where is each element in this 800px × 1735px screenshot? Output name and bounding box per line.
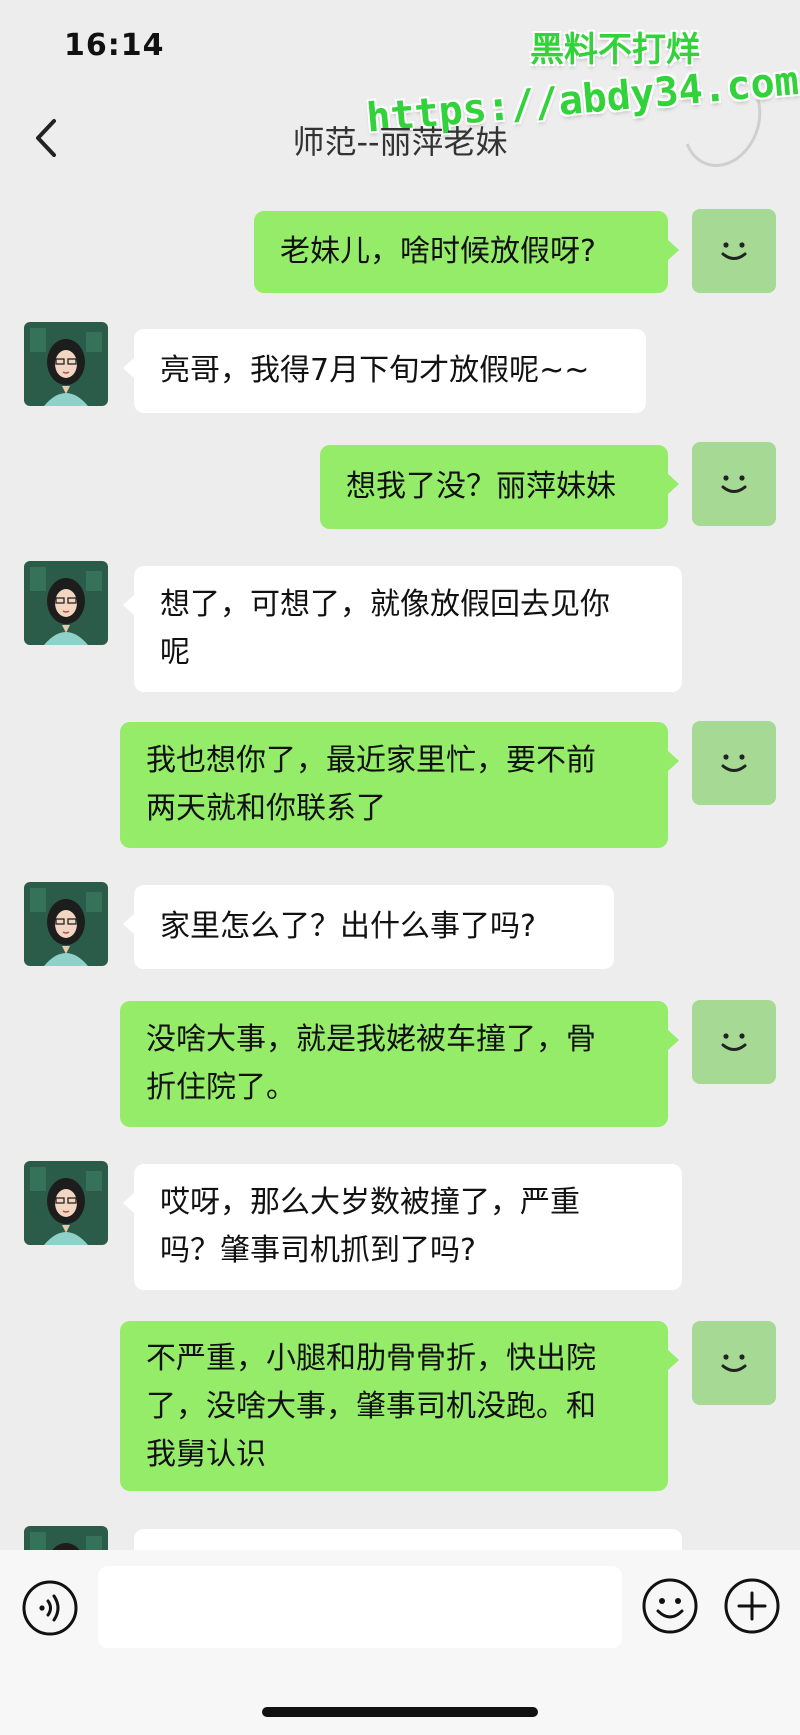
message-text-line: 吗？肇事司机抓到了吗? bbox=[160, 1233, 476, 1268]
message-input[interactable] bbox=[98, 1566, 622, 1648]
self-avatar[interactable] bbox=[692, 442, 776, 526]
message-text: 想我了没？丽萍妹妹 bbox=[346, 469, 616, 504]
teacher-avatar-icon bbox=[24, 561, 108, 645]
smiley-avatar-icon bbox=[721, 1033, 747, 1051]
message-bubble-outgoing[interactable]: 老妹儿，啥时候放假呀? bbox=[254, 211, 679, 293]
message-bubble-outgoing[interactable]: 想我了没？丽萍妹妹 bbox=[320, 445, 679, 529]
emoji-icon bbox=[642, 1578, 698, 1634]
message-bubble-incoming[interactable]: 想了，可想了，就像放假回去见你 呢 bbox=[123, 566, 682, 692]
message-text-line: 我舅认识 bbox=[146, 1437, 266, 1472]
watermark-title: 黑料不打烊 bbox=[530, 30, 700, 70]
self-avatar[interactable] bbox=[692, 721, 776, 805]
message-text: 家里怎么了？出什么事了吗? bbox=[160, 909, 536, 944]
message-bubble-incoming[interactable]: 哎呀，那么大岁数被撞了，严重 吗？肇事司机抓到了吗? bbox=[123, 1164, 682, 1290]
message-bubble-outgoing[interactable]: 没啥大事，就是我姥被车撞了，骨 折住院了。 bbox=[120, 1001, 679, 1127]
contact-avatar[interactable] bbox=[24, 1161, 108, 1245]
message-bubble-outgoing[interactable]: 不严重，小腿和肋骨骨折，快出院 了，没啥大事，肇事司机没跑。和 我舅认识 bbox=[120, 1321, 679, 1491]
teacher-avatar-icon bbox=[24, 1526, 108, 1550]
status-time: 16:14 bbox=[64, 28, 165, 63]
message-text-line: 了，没啥大事，肇事司机没跑。和 bbox=[146, 1389, 596, 1424]
smiley-avatar-icon bbox=[721, 242, 747, 260]
plus-icon bbox=[724, 1578, 780, 1634]
emoji-button[interactable] bbox=[640, 1576, 700, 1636]
more-button[interactable] bbox=[722, 1576, 782, 1636]
message-text-line: 折住院了。 bbox=[146, 1070, 296, 1105]
message-text-line: 呢 bbox=[160, 635, 190, 670]
contact-avatar[interactable] bbox=[24, 322, 108, 406]
smiley-avatar-icon bbox=[721, 1354, 747, 1372]
contact-avatar[interactable] bbox=[24, 561, 108, 645]
message-text: 亮哥，我得7月下旬才放假呢~~ bbox=[160, 353, 590, 388]
teacher-avatar-icon bbox=[24, 1161, 108, 1245]
contact-avatar[interactable] bbox=[24, 882, 108, 966]
message-text-line: 不严重，小腿和肋骨骨折，快出院 bbox=[146, 1341, 596, 1376]
message-text: 老妹儿，啥时候放假呀? bbox=[280, 234, 596, 269]
voice-button[interactable] bbox=[20, 1578, 80, 1638]
teacher-avatar-icon bbox=[24, 322, 108, 406]
self-avatar[interactable] bbox=[692, 209, 776, 293]
message-text-line: 想了，可想了，就像放假回去见你 bbox=[160, 587, 610, 622]
home-indicator[interactable] bbox=[262, 1707, 538, 1717]
message-text-line: 哎呀，那么大岁数被撞了，严重 bbox=[160, 1185, 580, 1220]
chat-area[interactable]: 老妹儿，啥时候放假呀? 亮哥，我得7月下旬才放假呢~~ 想我了没？丽萍妹妹 想了… bbox=[0, 185, 800, 1550]
voice-icon bbox=[22, 1580, 78, 1636]
message-text-line: 没啥大事，就是我姥被车撞了，骨 bbox=[146, 1022, 596, 1057]
message-text-line: 我也想你了，最近家里忙，要不前 bbox=[146, 743, 596, 778]
smiley-avatar-icon bbox=[721, 475, 747, 493]
message-bubble-incoming[interactable]: 家里怎么了？出什么事了吗? bbox=[123, 885, 614, 969]
message-bubble-incoming[interactable]: 亮哥，我得7月下旬才放假呢~~ bbox=[123, 329, 646, 413]
message-text-line: 两天就和你联系了 bbox=[146, 791, 386, 826]
message-bubble-outgoing[interactable]: 我也想你了，最近家里忙，要不前 两天就和你联系了 bbox=[120, 722, 679, 848]
message-bubble-incoming[interactable] bbox=[134, 1529, 682, 1550]
smiley-avatar-icon bbox=[721, 754, 747, 772]
self-avatar[interactable] bbox=[692, 1000, 776, 1084]
chat-header: 师范--丽萍老妹 bbox=[0, 95, 800, 185]
status-bar: 16:14 黑料不打烊 https://abdy34.com bbox=[0, 0, 800, 179]
input-bar bbox=[0, 1550, 800, 1735]
teacher-avatar-icon bbox=[24, 882, 108, 966]
self-avatar[interactable] bbox=[692, 1321, 776, 1405]
chat-title: 师范--丽萍老妹 bbox=[292, 123, 508, 161]
contact-avatar[interactable] bbox=[24, 1526, 108, 1550]
